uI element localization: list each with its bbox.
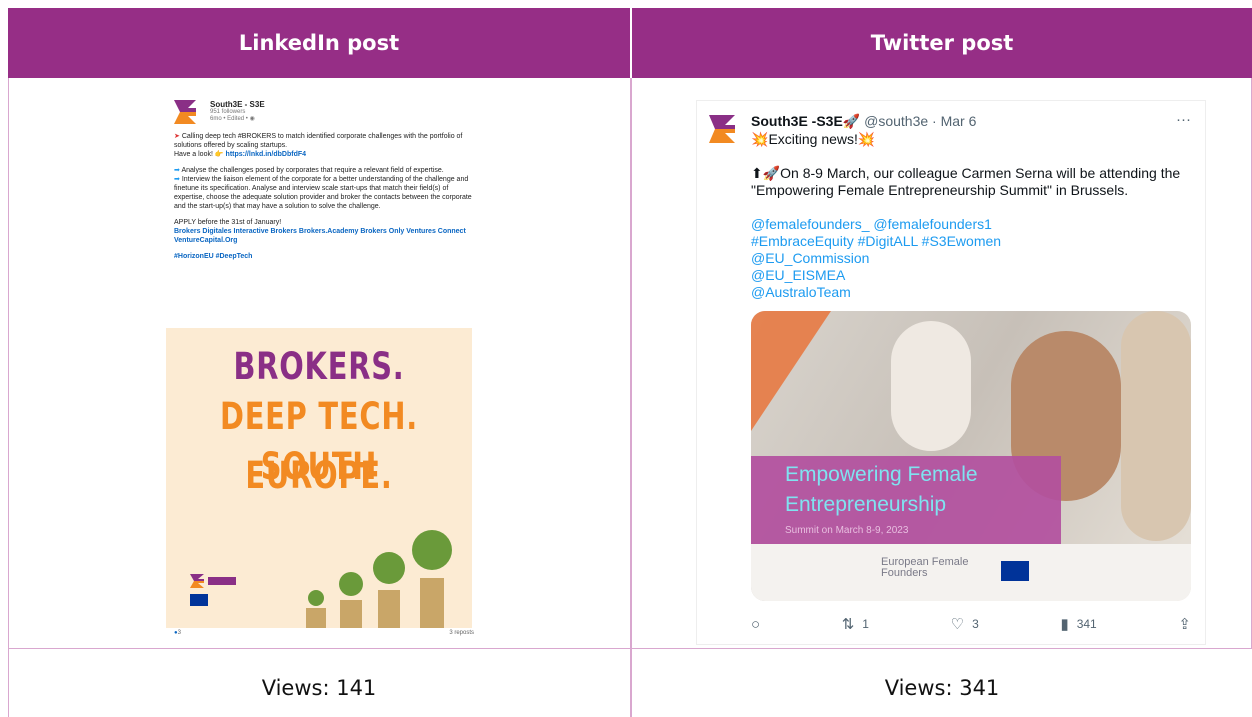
twitter-mention-australo[interactable]: @AustraloTeam <box>751 284 1191 301</box>
heart-icon: ♡ <box>950 616 965 633</box>
s3e-logo-icon <box>174 100 196 124</box>
summit-title-line2: Entrepreneurship <box>785 493 947 516</box>
globe-icon: ◉ <box>249 116 255 122</box>
reposts-count[interactable]: 3 reposts <box>449 629 474 638</box>
comparison-table: LinkedIn post Twitter post South3E - S3E… <box>8 8 1252 717</box>
rocket-icon: 🚀 <box>762 165 781 181</box>
share-icon: ⇪ <box>1178 616 1191 633</box>
like-button[interactable]: ♡ 3 <box>951 615 979 633</box>
twitter-author-name[interactable]: South3E -S3E <box>751 113 843 129</box>
linkedin-mentions[interactable]: Brokers Digitales Interactive Brokers Br… <box>174 228 466 244</box>
pointing-icon: 👉 <box>214 151 224 158</box>
summit-title-line1: Empowering Female <box>785 463 978 486</box>
twitter-mention-eismea[interactable]: @EU_EISMEA <box>751 267 1191 284</box>
table-border-left <box>8 78 9 717</box>
coin-trees-illustration <box>306 530 452 628</box>
reply-icon: ○ <box>751 615 761 633</box>
woman-figure-3 <box>1121 311 1191 541</box>
header-linkedin: LinkedIn post <box>8 8 630 78</box>
twitter-action-bar: ○ ⇅ 1 ♡ 3 ▮ 341 ⇪ <box>751 615 1191 634</box>
reply-button[interactable]: ○ <box>751 615 760 633</box>
table-divider <box>630 78 632 717</box>
twitter-post-card: South3E -S3E🚀 @south3e · Mar 6 ··· 💥Exci… <box>696 100 1206 645</box>
woman-figure-1 <box>891 321 971 451</box>
european-female-founders-logo: European Female Founders <box>881 556 969 579</box>
row-divider <box>8 648 1252 649</box>
retweet-button[interactable]: ⇅ 1 <box>842 615 869 633</box>
sparkle-icon: 💥 <box>751 131 769 147</box>
twitter-post-image[interactable]: Empowering Female Entrepreneurship Summi… <box>751 311 1191 601</box>
arrow-box-icon: ➡ <box>174 176 180 183</box>
linkedin-post-header: South3E - S3E 951 followers 6mo • Edited… <box>174 100 265 124</box>
sparkle-icon: 💥 <box>857 131 876 147</box>
reactions-count[interactable]: ●3 <box>174 629 181 638</box>
eu-flag-icon <box>1001 561 1029 581</box>
twitter-mentions-1[interactable]: @femalefounders_ @femalefounders1 <box>751 216 1191 233</box>
linkedin-link[interactable]: https://lnkd.in/dbDbfdF4 <box>226 151 307 158</box>
rocket-icon: 🚀 <box>842 113 861 129</box>
summit-date: Summit on March 8-9, 2023 <box>785 525 909 536</box>
twitter-post-text: 💥Exciting news!💥 ⬆🚀On 8-9 March, our col… <box>751 131 1191 301</box>
linkedin-followers: 951 followers <box>210 109 246 115</box>
twitter-hashtags[interactable]: #EmbraceEquity #DigitALL #S3Ewomen <box>751 233 1191 250</box>
linkedin-author-name[interactable]: South3E - S3E <box>210 100 265 109</box>
arrow-up-icon: ⬆ <box>751 165 763 181</box>
linkedin-post-card: South3E - S3E 951 followers 6mo • Edited… <box>166 92 482 648</box>
image-text-brokers: BROKERS. <box>233 345 405 388</box>
linkedin-post-text: ➤ Calling deep tech #BROKERS to match id… <box>174 133 472 260</box>
s3e-brand-mark <box>190 574 238 588</box>
header-twitter: Twitter post <box>632 8 1252 78</box>
twitter-handle-date[interactable]: @south3e · Mar 6 <box>864 113 976 129</box>
twitter-post-header: South3E -S3E🚀 @south3e · Mar 6 <box>751 113 976 130</box>
linkedin-post-image: BROKERS. DEEP TECH. SOUTH EUROPE. <box>166 328 472 628</box>
image-text-deeptech: DEEP TECH. <box>219 395 419 438</box>
linkedin-meta: 6mo • Edited • ◉ <box>210 116 255 122</box>
bar-chart-icon: ▮ <box>1060 616 1069 633</box>
retweet-icon: ⇅ <box>841 616 855 633</box>
orange-accent-shape <box>751 311 831 431</box>
views-button[interactable]: ▮ 341 <box>1060 615 1096 633</box>
twitter-mention-eu-commission[interactable]: @EU_Commission <box>751 250 1191 267</box>
image-text-southeurope: SOUTH EUROPE. <box>245 445 393 497</box>
eu-flag-icon <box>190 594 208 606</box>
arrow-icon: ➤ <box>174 133 180 140</box>
linkedin-views: Views: 141 <box>261 676 377 700</box>
more-options-icon[interactable]: ··· <box>1176 111 1191 128</box>
linkedin-post-footer: ●3 3 reposts <box>174 629 474 638</box>
share-button[interactable]: ⇪ <box>1178 615 1191 633</box>
arrow-box-icon: ➡ <box>174 167 180 174</box>
twitter-views: Views: 341 <box>884 676 1000 700</box>
linkedin-hashtags[interactable]: #HorizonEU #DeepTech <box>174 253 252 260</box>
s3e-avatar-icon[interactable] <box>705 111 741 147</box>
